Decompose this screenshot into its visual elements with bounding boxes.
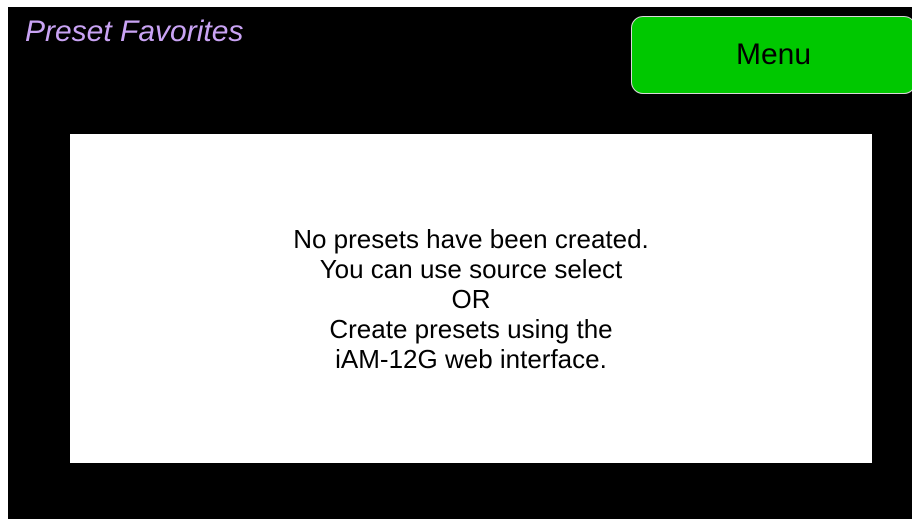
message-line: Create presets using the bbox=[329, 313, 613, 344]
page-title: Preset Favorites bbox=[25, 15, 244, 48]
menu-button[interactable]: Menu bbox=[631, 16, 912, 94]
preset-favorites-screen: Preset Favorites Menu No presets have be… bbox=[8, 7, 912, 519]
message-line: OR bbox=[451, 283, 491, 314]
message-line: iAM-12G web interface. bbox=[335, 343, 607, 374]
message-line: No presets have been created. bbox=[293, 223, 649, 254]
message-line: You can use source select bbox=[319, 253, 623, 284]
no-presets-message-panel: No presets have been created. You can us… bbox=[70, 134, 872, 463]
